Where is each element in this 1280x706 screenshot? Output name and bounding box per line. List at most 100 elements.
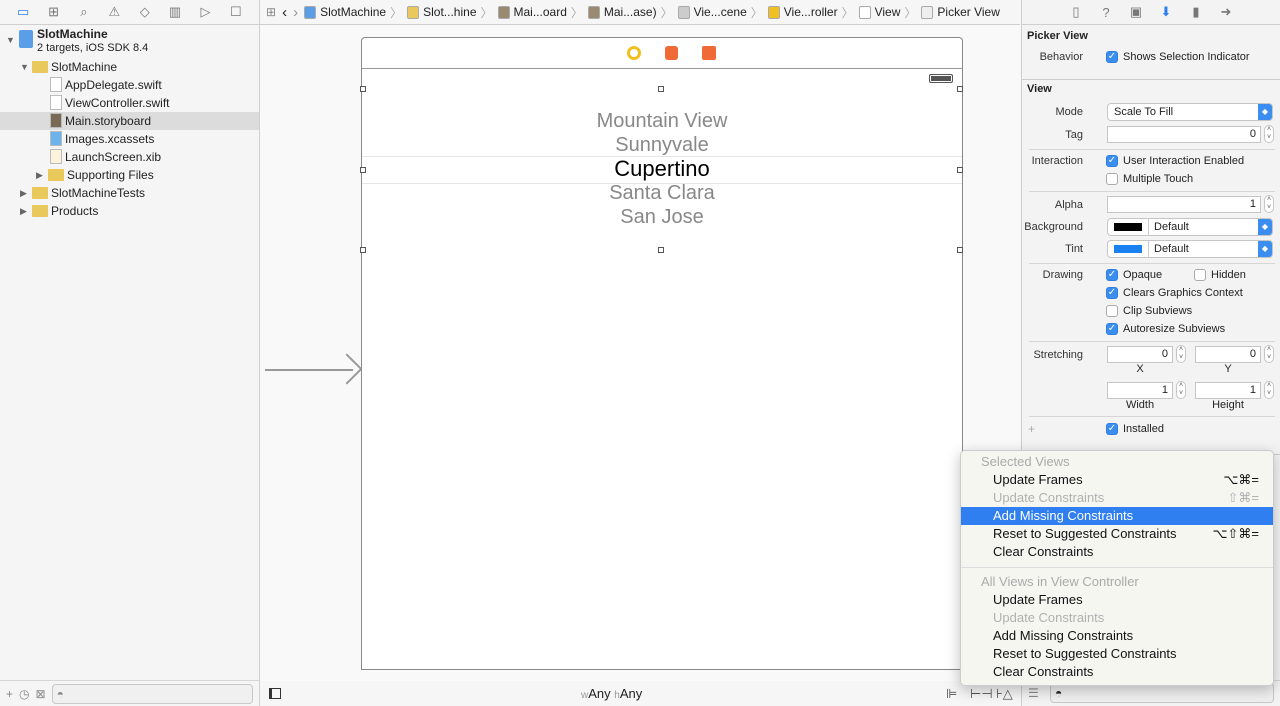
size-inspector-icon[interactable]: ▮ [1188, 4, 1204, 20]
menu-item[interactable]: Reset to Suggested Constraints [961, 645, 1273, 663]
folder-icon[interactable]: ▭ [15, 4, 31, 20]
autoresize-checkbox[interactable]: ✓ [1106, 323, 1118, 335]
resize-handle[interactable] [658, 86, 664, 92]
document-outline-toggle-icon[interactable] [269, 688, 281, 699]
view-controller-scene[interactable]: Mountain View Sunnyvale Cupertino Santa Cla… [360, 37, 963, 670]
resize-handle[interactable] [360, 86, 366, 92]
related-items-icon[interactable]: ⊞ [266, 5, 276, 19]
resize-handle[interactable] [658, 247, 664, 253]
add-icon[interactable]: + [6, 687, 13, 701]
tint-color-swatch[interactable] [1114, 245, 1142, 253]
pin-icon[interactable]: ⊢⊣ [970, 686, 993, 702]
menu-item[interactable]: Clear Constraints [961, 663, 1273, 681]
connections-inspector-icon[interactable]: ➜ [1218, 4, 1234, 20]
opaque-checkbox[interactable]: ✓ [1106, 269, 1118, 281]
breadcrumb-item[interactable]: View 〉 [858, 4, 916, 21]
installed-checkbox[interactable]: ✓ [1106, 423, 1118, 435]
stretch-width-field[interactable]: 1 [1107, 382, 1173, 399]
stretch-x-field[interactable]: 0 [1107, 346, 1173, 363]
navigator-item[interactable]: LaunchScreen.xib [0, 148, 259, 166]
resize-handle[interactable] [957, 167, 963, 173]
menu-item[interactable]: Reset to Suggested Constraints ⌥⇧⌘= [961, 525, 1273, 543]
breadcrumb-item[interactable]: Picker View [921, 4, 1000, 21]
quick-help-icon[interactable]: ? [1098, 4, 1114, 20]
tag-field[interactable]: 0 [1107, 126, 1261, 143]
breadcrumb-item[interactable]: Slot...hine 〉 [407, 4, 493, 21]
breadcrumb-item[interactable]: Mai...oard 〉 [497, 4, 583, 21]
picker-row[interactable]: Cupertino [362, 156, 962, 182]
stretch-y-stepper[interactable]: ˄ ˅ [1264, 345, 1274, 363]
navigator-item[interactable]: ViewController.swift [0, 94, 259, 112]
disclosure-triangle-icon[interactable]: ▶ [20, 202, 27, 220]
project-root[interactable]: ▼ SlotMachine 2 targets, iOS SDK 8.4 [0, 27, 259, 57]
breadcrumb-item[interactable]: Vie...cene 〉 [677, 4, 763, 21]
tint-select[interactable]: Default ◆ [1107, 240, 1273, 258]
menu-item[interactable]: Update Frames ⌥⌘= [961, 471, 1273, 489]
menu-item[interactable]: Add Missing Constraints [961, 507, 1273, 525]
clears-graphics-checkbox[interactable]: ✓ [1106, 287, 1118, 299]
forward-button[interactable]: › [293, 4, 298, 21]
resize-handle[interactable] [957, 247, 963, 253]
breadcrumb-item[interactable]: SlotMachine 〉 [304, 4, 402, 21]
disclosure-triangle-icon[interactable]: ▶ [36, 166, 43, 184]
test-icon[interactable]: ◇ [137, 4, 153, 20]
background-color-swatch[interactable] [1114, 223, 1142, 231]
background-select[interactable]: Default ◆ [1107, 218, 1273, 236]
user-interaction-checkbox[interactable]: ✓ [1106, 155, 1118, 167]
add-variation-icon[interactable]: + [1028, 422, 1035, 436]
navigator-item[interactable]: ▶ SlotMachineTests [0, 184, 259, 202]
navigator-item[interactable]: ▶ Products [0, 202, 259, 220]
resolve-autolayout-icon[interactable]: ⊦△ [996, 686, 1013, 702]
file-inspector-icon[interactable]: ▯ [1068, 4, 1084, 20]
filter-input[interactable]: ◓ [51, 683, 253, 704]
warning-icon[interactable]: ⚠ [106, 4, 122, 20]
shows-selection-checkbox[interactable]: ✓ [1106, 51, 1118, 63]
back-button[interactable]: ‹ [282, 4, 287, 21]
disclosure-triangle-icon[interactable]: ▶ [20, 184, 27, 202]
list-view-icon[interactable]: ☰ [1028, 686, 1039, 700]
stretch-y-field[interactable]: 0 [1195, 346, 1261, 363]
hierarchy-icon[interactable]: ⊞ [46, 4, 62, 20]
library-filter-input[interactable]: ◓ [1050, 683, 1274, 703]
disclosure-triangle-icon[interactable]: ▼ [20, 58, 29, 76]
stretch-x-stepper[interactable]: ˄ ˅ [1176, 345, 1186, 363]
identity-inspector-icon[interactable]: ▣ [1128, 4, 1144, 20]
stretch-height-stepper[interactable]: ˄ ˅ [1264, 381, 1274, 399]
breakpoint-icon[interactable]: ▷ [197, 4, 213, 20]
navigator-item[interactable]: ▼ SlotMachine [0, 58, 259, 76]
attributes-inspector-icon[interactable]: ⬇ [1158, 4, 1174, 20]
multiple-touch-checkbox[interactable] [1106, 173, 1118, 185]
picker-row[interactable]: Sunnyvale [362, 134, 962, 157]
stretch-width-stepper[interactable]: ˄ ˅ [1176, 381, 1186, 399]
align-icon[interactable]: ⊫ [946, 686, 957, 702]
mode-select[interactable]: Scale To Fill ◆ [1107, 103, 1273, 121]
size-class-button[interactable]: wAny hAny [581, 686, 642, 701]
breadcrumb-item[interactable]: Vie...roller 〉 [767, 4, 854, 21]
first-responder-icon[interactable] [665, 46, 678, 60]
navigator-item[interactable]: ▶ Supporting Files [0, 166, 259, 184]
hidden-checkbox[interactable] [1194, 269, 1206, 281]
clip-subviews-checkbox[interactable] [1106, 305, 1118, 317]
alpha-field[interactable]: 1 [1107, 196, 1261, 213]
navigator-item[interactable]: Main.storyboard [0, 112, 259, 130]
alpha-stepper[interactable]: ˄ ˅ [1264, 195, 1274, 213]
scm-filter-icon[interactable]: ⊠ [36, 687, 46, 701]
picker-row[interactable]: Mountain View [362, 110, 962, 133]
navigator-item[interactable]: Images.xcassets [0, 130, 259, 148]
picker-row[interactable]: Santa Clara [362, 182, 962, 205]
debug-icon[interactable]: ▥ [167, 4, 183, 20]
resize-handle[interactable] [957, 86, 963, 92]
picker-row[interactable]: San Jose [362, 206, 962, 229]
resize-handle[interactable] [360, 247, 366, 253]
tag-stepper[interactable]: ˄ ˅ [1264, 125, 1274, 143]
stretch-height-field[interactable]: 1 [1195, 382, 1261, 399]
report-icon[interactable]: ☐ [228, 4, 244, 20]
disclosure-triangle-icon[interactable]: ▼ [6, 31, 15, 49]
exit-icon[interactable] [702, 46, 716, 60]
breadcrumb-item[interactable]: Mai...ase) 〉 [587, 4, 673, 21]
menu-item[interactable]: Clear Constraints [961, 543, 1273, 561]
menu-item[interactable]: Update Frames [961, 591, 1273, 609]
resize-handle[interactable] [360, 167, 366, 173]
recent-files-icon[interactable]: ◷ [19, 687, 29, 701]
navigator-item[interactable]: AppDelegate.swift [0, 76, 259, 94]
